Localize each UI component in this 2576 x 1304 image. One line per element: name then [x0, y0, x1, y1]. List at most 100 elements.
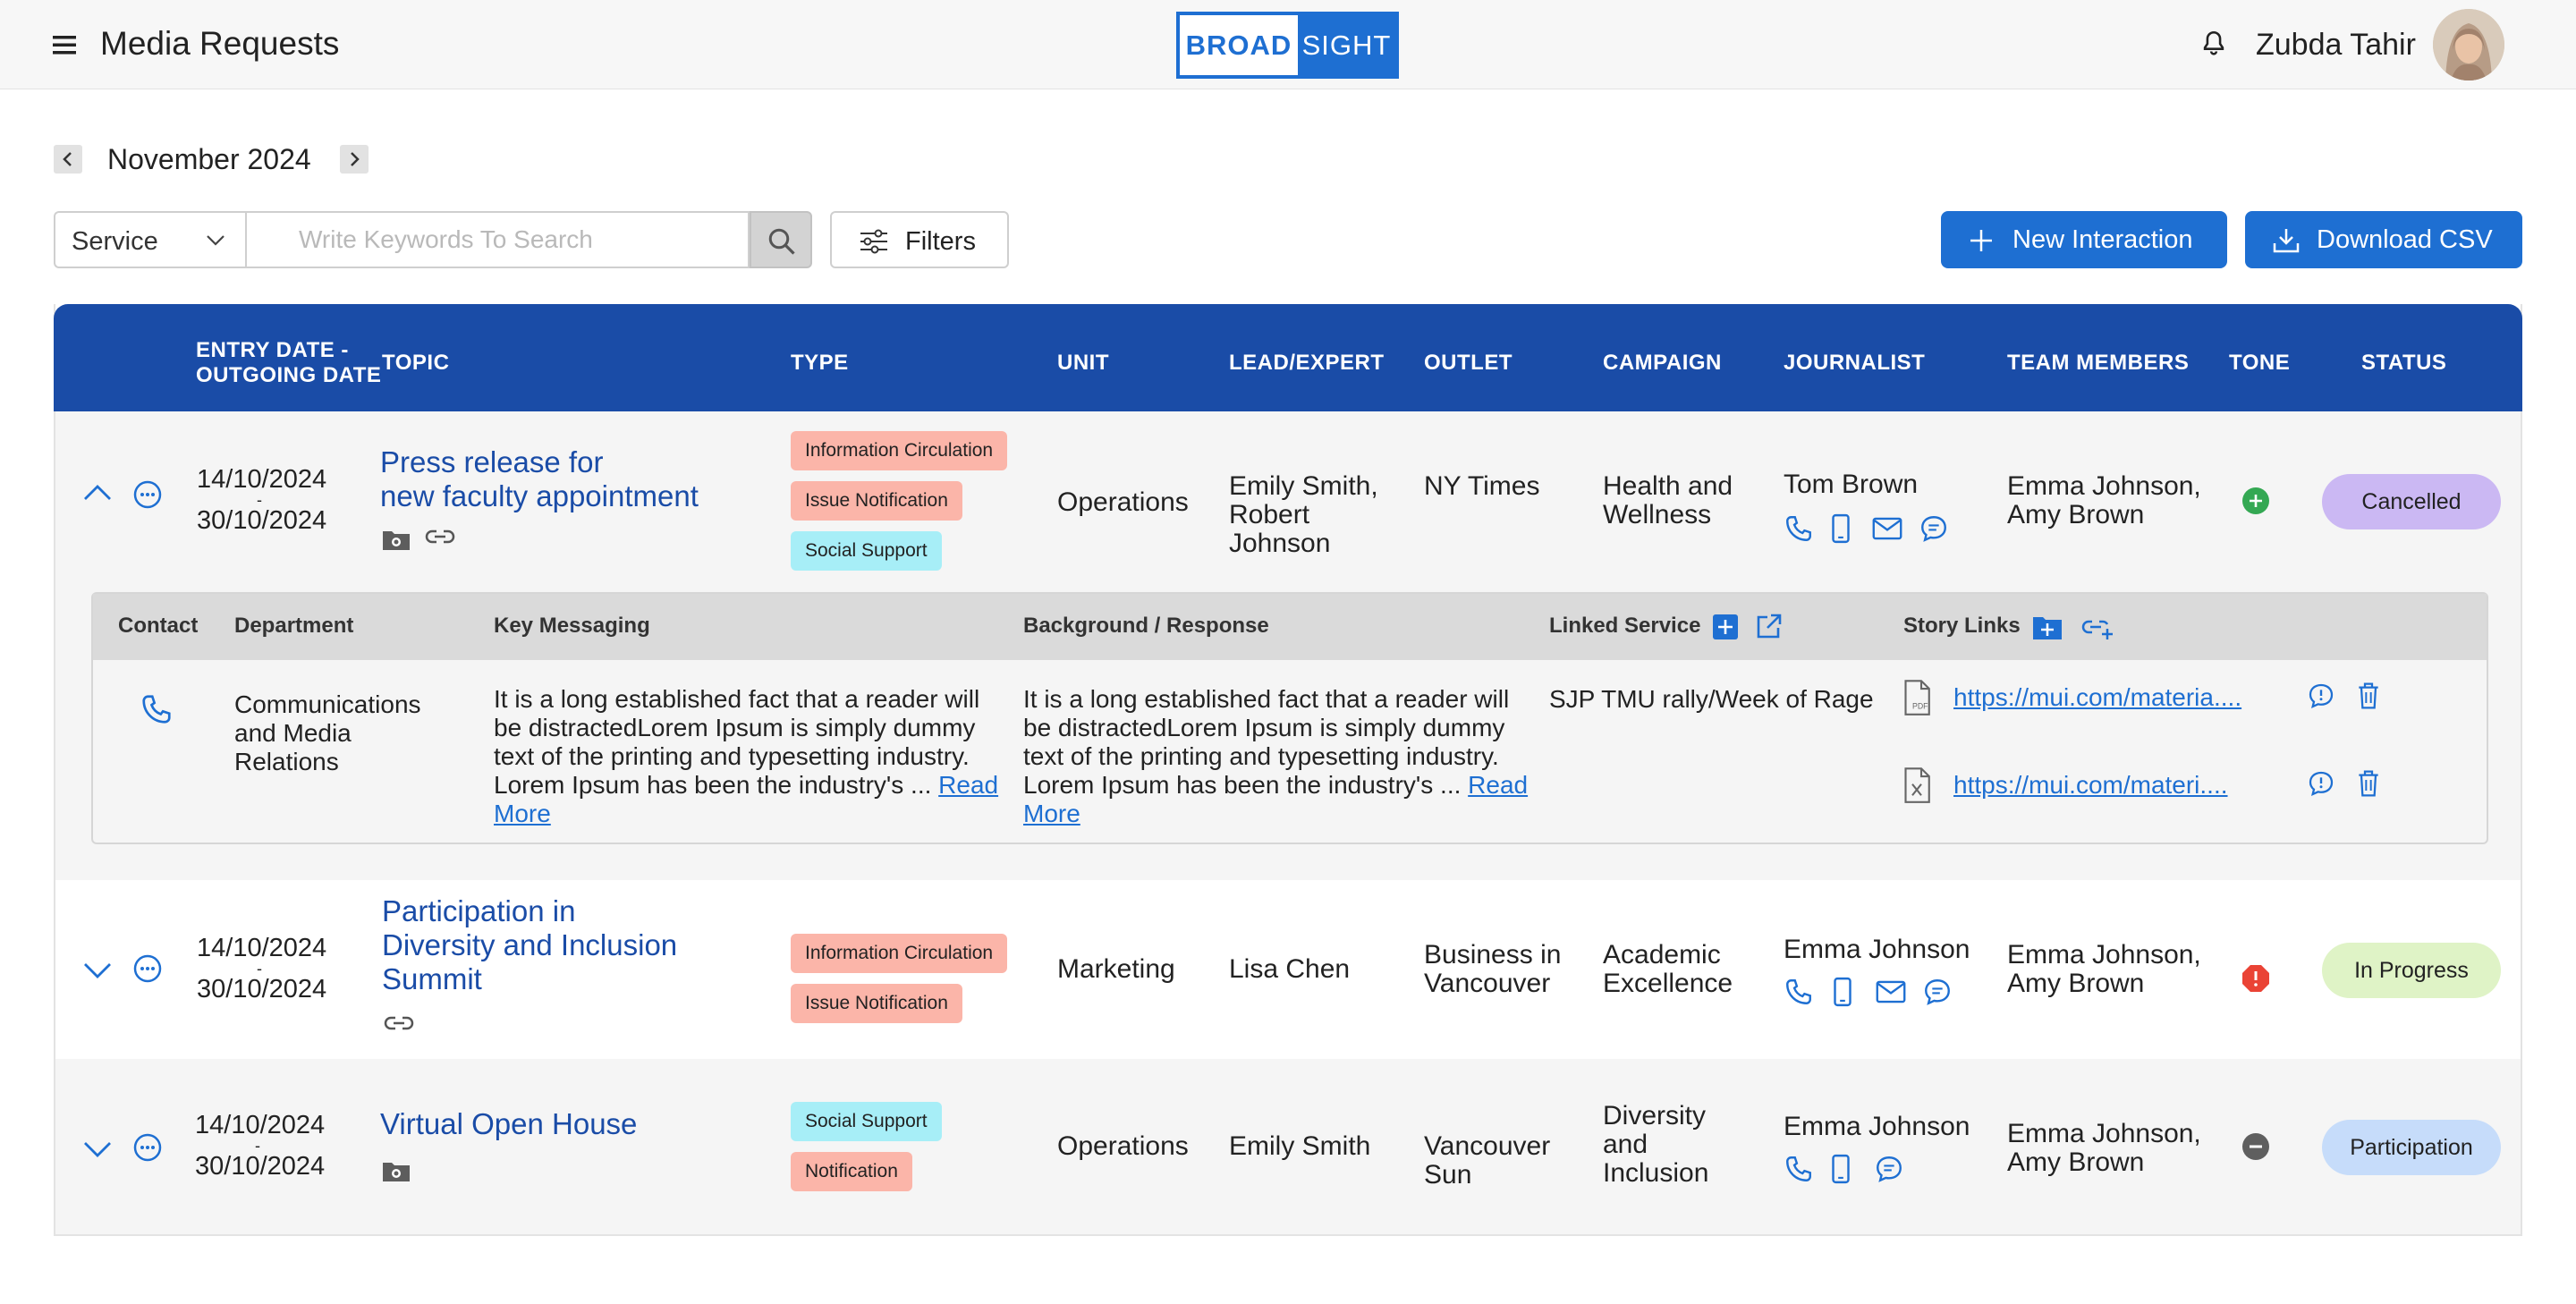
user-avatar[interactable] — [2433, 9, 2504, 80]
topic-link[interactable]: Virtual Open House — [380, 1107, 637, 1141]
collapse-row-icon[interactable] — [82, 483, 113, 503]
column-header-team[interactable]: TEAM MEMBERS — [2007, 351, 2189, 376]
campaign-cell: Health and Wellness — [1603, 471, 1733, 529]
pdf-file-icon: PDF — [1902, 680, 1932, 716]
column-header-status[interactable]: STATUS — [2361, 351, 2446, 376]
column-header-lead[interactable]: LEAD/EXPERT — [1229, 351, 1385, 376]
outlet-cell: Vancouver Sun — [1424, 1131, 1551, 1190]
download-csv-button[interactable]: Download CSV — [2245, 211, 2522, 268]
type-chip: Information Circulation — [791, 431, 1008, 470]
type-chip: Notification — [791, 1152, 912, 1191]
status-badge: Cancelled — [2322, 474, 2501, 529]
delete-icon[interactable] — [2356, 769, 2381, 798]
outlet-cell: NY Times — [1424, 471, 1540, 501]
lead-cell: Emily Smith, Robert Johnson — [1229, 471, 1378, 558]
more-options-icon[interactable] — [132, 1132, 163, 1163]
key-messaging-text: It is a long established fact that a rea… — [494, 685, 999, 827]
type-chip: Social Support — [791, 531, 942, 571]
email-icon[interactable] — [1875, 978, 1907, 1005]
column-header-entry-date[interactable]: ENTRY DATE - OUTGOING DATE — [196, 338, 381, 388]
phone-icon[interactable] — [1784, 513, 1814, 544]
comment-alert-icon[interactable] — [2306, 682, 2336, 710]
detail-header-linked-service: Linked Service — [1549, 614, 1701, 638]
story-link[interactable]: https://mui.com/materia.... — [1953, 683, 2241, 712]
phone-icon[interactable] — [140, 692, 174, 726]
page-title: Media Requests — [100, 25, 340, 62]
new-interaction-button[interactable]: New Interaction — [1941, 211, 2227, 268]
current-month-label: November 2024 — [107, 143, 311, 175]
column-header-journalist[interactable]: JOURNALIST — [1784, 351, 1925, 376]
add-folder-icon[interactable] — [2032, 614, 2063, 640]
type-chip: Social Support — [791, 1102, 942, 1141]
mobile-icon[interactable] — [1830, 513, 1852, 544]
notification-bell-icon[interactable] — [2199, 29, 2229, 59]
type-chip: Issue Notification — [791, 481, 962, 521]
plus-icon — [1970, 230, 1992, 251]
user-name[interactable]: Zubda Tahir — [2256, 28, 2416, 63]
logo-left-text: BROAD — [1180, 15, 1298, 75]
linked-service-text: SJP TMU rally/Week of Rage — [1549, 685, 1874, 713]
mobile-icon[interactable] — [1832, 977, 1853, 1007]
topic-link[interactable]: Participation in Diversity and Inclusion S… — [382, 894, 677, 996]
chat-icon[interactable] — [1873, 1154, 1905, 1184]
journalist-name: Emma Johnson — [1784, 1112, 1970, 1141]
link-icon[interactable] — [424, 526, 456, 547]
type-chip: Information Circulation — [791, 934, 1008, 973]
column-header-topic[interactable]: TOPIC — [382, 351, 449, 376]
open-external-icon[interactable] — [1755, 612, 1784, 640]
mobile-icon[interactable] — [1830, 1154, 1852, 1184]
service-select[interactable]: Service — [54, 211, 245, 268]
column-header-unit[interactable]: UNIT — [1057, 351, 1109, 376]
add-linked-service-icon[interactable] — [1712, 614, 1739, 640]
column-header-tone[interactable]: TONE — [2229, 351, 2290, 376]
svg-text:PDF: PDF — [1912, 702, 1928, 711]
broadsight-logo[interactable]: BROAD SIGHT — [1176, 12, 1399, 79]
unit-cell: Operations — [1057, 487, 1189, 517]
row-detail-panel: Contact Department Key Messaging Backgro… — [91, 592, 2488, 844]
phone-icon[interactable] — [1784, 977, 1814, 1007]
detail-header-background: Background / Response — [1023, 614, 1269, 638]
service-select-value: Service — [72, 227, 158, 256]
unit-cell: Operations — [1057, 1131, 1189, 1161]
detail-header-department: Department — [234, 614, 354, 638]
department-cell: Communications and Media Relations — [234, 690, 421, 775]
more-options-icon[interactable] — [132, 479, 163, 510]
camera-folder-icon[interactable] — [381, 526, 411, 551]
detail-header-story-links: Story Links — [1903, 614, 2021, 638]
previous-month-button[interactable] — [54, 145, 82, 174]
camera-folder-icon[interactable] — [381, 1157, 411, 1182]
file-icon — [1902, 767, 1932, 803]
search-button[interactable] — [750, 211, 812, 268]
more-options-icon[interactable] — [132, 953, 163, 984]
background-response-text: It is a long established fact that a rea… — [1023, 685, 1529, 827]
menu-icon[interactable] — [50, 30, 79, 59]
campaign-cell: Academic Excellence — [1603, 940, 1733, 998]
column-header-campaign[interactable]: CAMPAIGN — [1603, 351, 1722, 376]
filter-sliders-icon — [860, 229, 887, 254]
topic-link[interactable]: Press release for new faculty appointment — [380, 445, 699, 513]
column-header-type[interactable]: TYPE — [791, 351, 849, 376]
lead-cell: Emily Smith — [1229, 1131, 1371, 1161]
add-link-icon[interactable] — [2080, 617, 2114, 640]
chat-icon[interactable] — [1921, 977, 1953, 1007]
type-chip: Issue Notification — [791, 984, 962, 1023]
new-interaction-label: New Interaction — [2012, 225, 2193, 254]
delete-icon[interactable] — [2356, 682, 2381, 710]
expand-row-icon[interactable] — [82, 961, 113, 980]
next-month-button[interactable] — [340, 145, 369, 174]
search-input[interactable] — [245, 211, 750, 268]
team-members-cell: Emma Johnson, Amy Brown — [2007, 1119, 2201, 1177]
chat-icon[interactable] — [1918, 513, 1950, 544]
comment-alert-icon[interactable] — [2306, 769, 2336, 798]
campaign-cell: Diversity and Inclusion — [1603, 1101, 1709, 1188]
expand-row-icon[interactable] — [82, 1139, 113, 1159]
lead-cell: Lisa Chen — [1229, 954, 1351, 984]
link-icon[interactable] — [383, 1012, 415, 1034]
filters-button[interactable]: Filters — [830, 211, 1009, 268]
phone-icon[interactable] — [1784, 1154, 1814, 1184]
email-icon[interactable] — [1871, 515, 1903, 542]
column-header-outlet[interactable]: OUTLET — [1424, 351, 1513, 376]
story-link[interactable]: https://mui.com/materi.... — [1953, 771, 2228, 800]
top-app-bar: Media Requests BROAD SIGHT Zubda Tahir — [0, 0, 2576, 89]
outlet-cell: Business in Vancouver — [1424, 940, 1562, 998]
